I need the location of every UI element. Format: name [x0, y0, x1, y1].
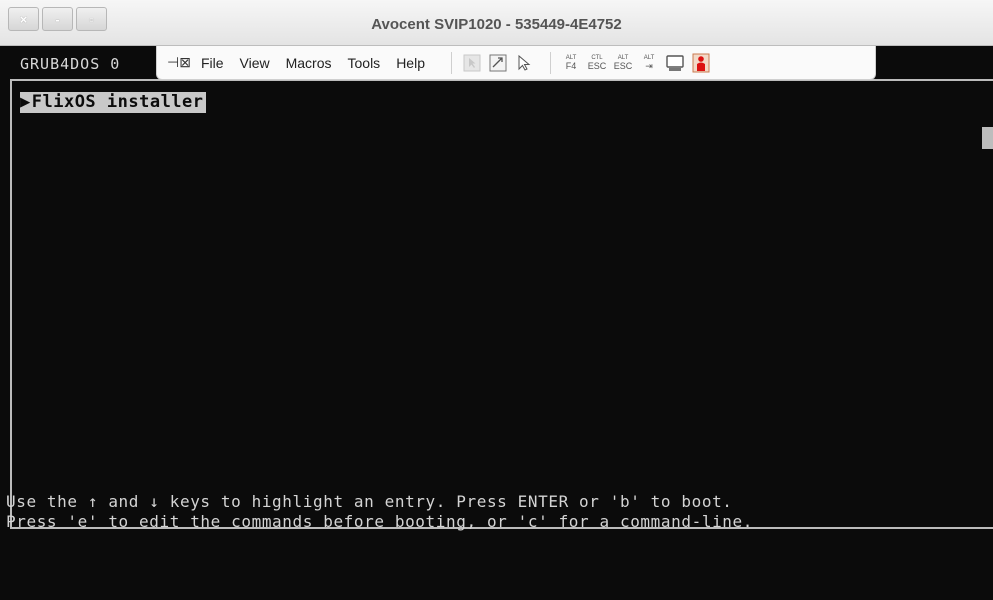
boot-menu-frame: ▶FlixOS installer — [10, 79, 993, 529]
alt-tab-macro-icon[interactable]: ALT ⇥ — [639, 53, 659, 73]
pin-icon[interactable]: ⊣⊠ — [167, 54, 191, 71]
key-label: ESC — [613, 60, 633, 71]
help-line-1: Use the ↑ and ↓ keys to highlight an ent… — [6, 492, 733, 511]
align-mouse-icon[interactable] — [488, 53, 508, 73]
boot-menu-entry[interactable]: ▶FlixOS installer — [20, 92, 206, 113]
single-cursor-icon[interactable] — [462, 53, 482, 73]
window-title: Avocent SVIP1020 - 535449-4E4752 — [371, 16, 622, 33]
help-line-2: Press 'e' to edit the commands before bo… — [6, 512, 753, 531]
kvm-toolbar: ⊣⊠ File View Macros Tools Help ALT F4 CTL… — [156, 46, 876, 80]
menu-view[interactable]: View — [240, 55, 270, 71]
user-session-icon[interactable] — [691, 53, 711, 73]
grub-help-text: Use the ↑ and ↓ keys to highlight an ent… — [6, 492, 753, 532]
ctrl-esc-macro-icon[interactable]: CTL ESC — [587, 53, 607, 73]
menu-scroll-indicator — [982, 127, 993, 149]
window-titlebar: × - ▫ Avocent SVIP1020 - 535449-4E4752 — [0, 0, 993, 46]
display-icon[interactable] — [665, 53, 685, 73]
menu-macros[interactable]: Macros — [286, 55, 332, 71]
toolbar-separator — [549, 51, 551, 74]
kvm-console-screen[interactable]: GRUB4DOS 0 ▶FlixOS installer Use the ↑ a… — [0, 47, 993, 600]
key-label: ESC — [587, 60, 607, 71]
alt-esc-macro-icon[interactable]: ALT ESC — [613, 53, 633, 73]
key-label: ⇥ — [645, 60, 653, 71]
menu-file[interactable]: File — [201, 55, 224, 71]
toolbar-separator — [450, 51, 452, 74]
selection-marker-icon: ▶ — [20, 92, 31, 112]
menu-tools[interactable]: Tools — [348, 55, 381, 71]
mouse-pointer-icon[interactable] — [514, 53, 534, 73]
key-label: F4 — [565, 60, 577, 71]
menu-help[interactable]: Help — [396, 55, 425, 71]
alt-f4-macro-icon[interactable]: ALT F4 — [561, 53, 581, 73]
grub-header: GRUB4DOS 0 — [20, 55, 121, 73]
boot-entry-label: FlixOS installer — [31, 92, 204, 112]
